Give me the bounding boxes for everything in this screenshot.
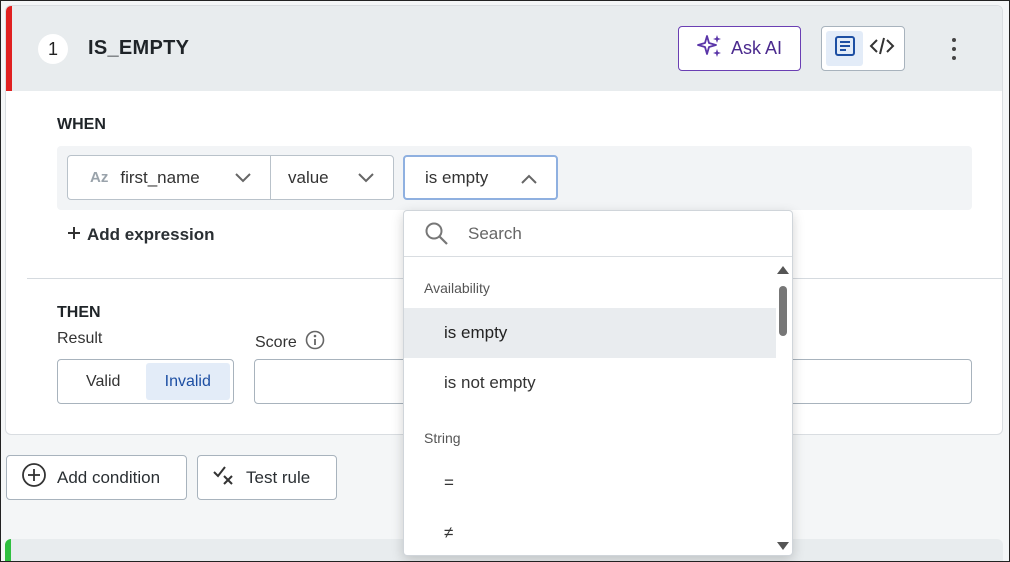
scroll-thumb[interactable] bbox=[779, 286, 787, 336]
scroll-down-icon[interactable] bbox=[777, 542, 789, 550]
code-view-button[interactable] bbox=[863, 31, 900, 66]
rule-title: IS_EMPTY bbox=[88, 37, 190, 59]
info-icon[interactable] bbox=[305, 330, 325, 355]
field-name: first_name bbox=[120, 167, 200, 187]
code-view-icon bbox=[869, 35, 895, 62]
add-expression-label: Add expression bbox=[87, 225, 215, 244]
expression-row: Az first_name value is empty bbox=[57, 146, 972, 210]
view-mode-toggle bbox=[821, 26, 905, 71]
field-type-badge: Az bbox=[90, 169, 109, 186]
score-label: Score bbox=[255, 333, 297, 351]
form-view-button[interactable] bbox=[826, 31, 863, 66]
option-equals[interactable]: = bbox=[404, 458, 776, 508]
form-view-icon bbox=[834, 35, 856, 62]
property-select[interactable]: value bbox=[270, 155, 394, 200]
dropdown-list: Availability is empty is not empty Strin… bbox=[404, 258, 776, 555]
property-value: value bbox=[288, 167, 329, 187]
option-is-not-empty[interactable]: is not empty bbox=[404, 358, 776, 408]
more-options-icon[interactable] bbox=[946, 36, 962, 62]
dropdown-search bbox=[404, 211, 792, 257]
chevron-up-icon bbox=[520, 171, 538, 191]
when-label: WHEN bbox=[57, 116, 106, 133]
result-valid-option[interactable]: Valid bbox=[61, 363, 146, 400]
operator-value: is empty bbox=[425, 167, 489, 187]
result-toggle: Valid Invalid bbox=[57, 359, 234, 404]
search-icon bbox=[424, 221, 450, 252]
ask-ai-button[interactable]: Ask AI bbox=[678, 26, 801, 71]
then-label: THEN bbox=[57, 304, 101, 321]
page: 1 IS_EMPTY Ask AI WHEN Az first_name val… bbox=[1, 1, 1009, 561]
option-is-empty[interactable]: is empty bbox=[404, 308, 776, 358]
group-label-availability: Availability bbox=[424, 280, 490, 296]
sparkle-icon bbox=[697, 33, 723, 64]
ask-ai-label: Ask AI bbox=[730, 38, 783, 58]
chevron-down-icon bbox=[357, 170, 375, 190]
rule-number: 1 bbox=[38, 34, 68, 64]
plus-circle-icon bbox=[21, 462, 47, 493]
scroll-up-icon[interactable] bbox=[777, 266, 789, 274]
add-expression-button[interactable]: Add expression bbox=[67, 225, 215, 245]
score-label-wrap: Score bbox=[255, 330, 325, 355]
operator-dropdown: Availability is empty is not empty Strin… bbox=[403, 210, 793, 556]
result-invalid-option[interactable]: Invalid bbox=[145, 363, 230, 400]
chevron-down-icon bbox=[234, 170, 252, 190]
group-label-string: String bbox=[424, 430, 461, 446]
test-rule-label: Test rule bbox=[246, 467, 311, 487]
operator-select[interactable]: is empty bbox=[403, 155, 558, 200]
option-not-equals[interactable]: ≠ bbox=[404, 508, 776, 555]
result-label: Result bbox=[57, 330, 103, 347]
add-condition-label: Add condition bbox=[57, 467, 161, 487]
rule-header: 1 IS_EMPTY Ask AI bbox=[6, 6, 1002, 91]
field-select[interactable]: Az first_name bbox=[67, 155, 271, 200]
test-rule-button[interactable]: Test rule bbox=[197, 455, 337, 500]
dropdown-scrollbar[interactable] bbox=[774, 258, 792, 555]
plus-icon bbox=[67, 225, 81, 245]
add-condition-button[interactable]: Add condition bbox=[6, 455, 187, 500]
dropdown-search-input[interactable] bbox=[468, 219, 768, 249]
check-x-icon bbox=[212, 464, 236, 491]
